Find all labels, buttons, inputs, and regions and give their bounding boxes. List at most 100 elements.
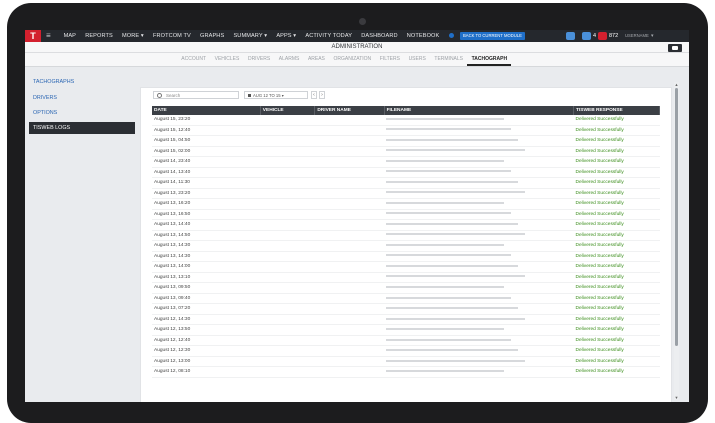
table-row[interactable]: August 13, 14:00 Delivered Successfully — [152, 261, 660, 273]
search-input[interactable]: Search — [153, 91, 239, 99]
scrollbar-thumb[interactable] — [675, 88, 678, 346]
nav-item[interactable]: FROTCOM TV — [148, 30, 195, 42]
vehicle-cell — [260, 156, 315, 168]
table-row[interactable]: August 12, 08:10 Delivered Successfully — [152, 366, 660, 378]
chat-icon[interactable] — [582, 32, 591, 40]
info-icon[interactable] — [449, 33, 454, 38]
table-row[interactable]: August 14, 13:40 Delivered Successfully — [152, 167, 660, 179]
driver-name-cell — [314, 261, 385, 273]
nav-item[interactable]: DASHBOARD — [357, 30, 403, 42]
response-cell: Delivered Successfully — [573, 345, 660, 357]
driver-name-cell — [314, 177, 385, 189]
username-label[interactable]: USERNAME — [625, 30, 649, 42]
response-cell: Delivered Successfully — [573, 177, 660, 189]
feedback-chat-button[interactable] — [668, 44, 682, 52]
vehicle-cell — [260, 230, 315, 242]
table-header-row: DATE VEHICLE DRIVER NAME FILENAME TISWEB RES… — [152, 106, 660, 115]
tab-drivers[interactable]: DRIVERS — [244, 53, 275, 66]
response-cell: Delivered Successfully — [573, 188, 660, 200]
table-row[interactable]: August 13, 23:20 Delivered Successfully — [152, 188, 660, 200]
next-page-button[interactable]: › — [319, 91, 325, 99]
messages-icon[interactable] — [566, 32, 575, 40]
column-header[interactable]: DRIVER NAME — [314, 106, 385, 115]
table-row[interactable]: August 12, 13:50 Delivered Successfully — [152, 324, 660, 336]
table-row[interactable]: August 15, 23:20 Delivered Successfully — [152, 115, 660, 126]
filename-cell — [384, 261, 574, 273]
search-icon — [157, 93, 162, 98]
table-row[interactable]: August 13, 13:10 Delivered Successfully — [152, 272, 660, 284]
table-row[interactable]: August 15, 02:00 Delivered Successfully — [152, 146, 660, 158]
date-range-filter[interactable]: AUG 12 TO 15 ▾ — [244, 91, 308, 99]
sidebar-item-drivers[interactable]: DRIVERS — [29, 92, 135, 104]
table-row[interactable]: August 12, 12:30 Delivered Successfully — [152, 345, 660, 357]
sidebar-item-options[interactable]: OPTIONS — [29, 107, 135, 119]
driver-name-cell — [314, 356, 385, 368]
filename-cell — [384, 167, 574, 179]
tab-areas[interactable]: AREAS — [304, 53, 330, 66]
nav-item[interactable]: SUMMARY ▾ — [229, 30, 272, 42]
table-row[interactable]: August 13, 16:20 Delivered Successfully — [152, 198, 660, 210]
table-row[interactable]: August 13, 14:40 Delivered Successfully — [152, 219, 660, 231]
column-header[interactable]: TISWEB RESPONSE — [573, 106, 660, 115]
table-row[interactable]: August 13, 09:40 Delivered Successfully — [152, 293, 660, 305]
nav-item[interactable]: REPORTS — [81, 30, 118, 42]
app-logo[interactable]: T — [25, 30, 41, 42]
vehicle-cell — [260, 282, 315, 294]
filename-cell — [384, 177, 574, 189]
tab-vehicles[interactable]: VEHICLES — [210, 53, 243, 66]
vertical-scrollbar[interactable]: ▲ ▼ — [674, 82, 679, 400]
scroll-up-icon[interactable]: ▲ — [674, 82, 679, 87]
column-header[interactable]: VEHICLE — [260, 106, 316, 115]
driver-name-cell — [314, 303, 385, 315]
filename-cell — [384, 156, 574, 168]
response-cell: Delivered Successfully — [573, 324, 660, 336]
tab-terminals[interactable]: TERMINALS — [430, 53, 467, 66]
vehicle-cell — [260, 115, 315, 126]
tab-organization[interactable]: ORGANIZATION — [329, 53, 375, 66]
vehicle-cell — [260, 314, 315, 326]
nav-item[interactable]: NOTEBOOK — [402, 30, 444, 42]
top-navigation-bar: T ≡ MAP REPORTS MORE ▾ FROTCOM TV GRAPHS SUMM… — [25, 30, 689, 42]
table-row[interactable]: August 12, 14:30 Delivered Successfully — [152, 314, 660, 326]
tab-alarms[interactable]: ALARMS — [274, 53, 303, 66]
nav-item[interactable]: MORE ▾ — [117, 30, 148, 42]
chevron-down-icon[interactable]: ▾ — [651, 30, 654, 42]
table-row[interactable]: August 14, 23:40 Delivered Successfully — [152, 156, 660, 168]
search-placeholder: Search — [166, 93, 181, 98]
table-row[interactable]: August 12, 12:40 Delivered Successfully — [152, 335, 660, 347]
table-row[interactable]: August 13, 14:30 Delivered Successfully — [152, 240, 660, 252]
tab-account[interactable]: ACCOUNT — [177, 53, 210, 66]
date-cell: August 14, 13:40 — [152, 167, 261, 179]
column-header[interactable]: FILENAME — [384, 106, 575, 115]
hamburger-menu-icon[interactable]: ≡ — [46, 31, 51, 41]
tab-filters[interactable]: FILTERS — [375, 53, 404, 66]
tab-users[interactable]: USERS — [404, 53, 430, 66]
nav-item[interactable]: MAP — [59, 30, 81, 42]
tab-tachograph[interactable]: TACHOGRAPH — [467, 53, 512, 66]
alert-icon[interactable] — [598, 32, 607, 40]
table-row[interactable]: August 13, 14:50 Delivered Successfully — [152, 230, 660, 242]
table-row[interactable]: August 13, 14:30 Delivered Successfully — [152, 251, 660, 263]
table-row[interactable]: August 12, 13:00 Delivered Successfully — [152, 356, 660, 368]
scroll-down-icon[interactable]: ▼ — [674, 395, 679, 400]
previous-page-button[interactable]: ‹ — [311, 91, 317, 99]
nav-item[interactable]: ACTIVITY TODAY — [301, 30, 357, 42]
back-to-current-module-button[interactable]: BACK TO CURRENT MODULE — [460, 32, 525, 40]
table-row[interactable]: August 15, 04:50 Delivered Successfully — [152, 135, 660, 147]
driver-name-cell — [314, 335, 385, 347]
table-row[interactable]: August 13, 16:50 Delivered Successfully — [152, 209, 660, 221]
table-row[interactable]: August 13, 09:50 Delivered Successfully — [152, 282, 660, 294]
date-range-label: AUG 12 TO 15 — [253, 93, 281, 98]
table-row[interactable]: August 14, 11:30 Delivered Successfully — [152, 177, 660, 189]
nav-item[interactable]: GRAPHS — [195, 30, 228, 42]
column-header[interactable]: DATE — [152, 106, 261, 115]
tisweb-log-table: DATE VEHICLE DRIVER NAME FILENAME TISWEB RES… — [152, 106, 660, 378]
table-row[interactable]: August 13, 07:20 Delivered Successfully — [152, 303, 660, 315]
date-cell: August 12, 13:00 — [152, 356, 261, 368]
table-row[interactable]: August 15, 12:40 Delivered Successfully — [152, 125, 660, 137]
sidebar-item-tachographs[interactable]: TACHOGRAPHS — [29, 76, 135, 88]
nav-item[interactable]: APPS ▾ — [272, 30, 301, 42]
filename-cell — [384, 282, 574, 294]
vehicle-cell — [260, 324, 315, 336]
sidebar-item-tisweb-logs[interactable]: TISWEB LOGS — [29, 122, 135, 134]
